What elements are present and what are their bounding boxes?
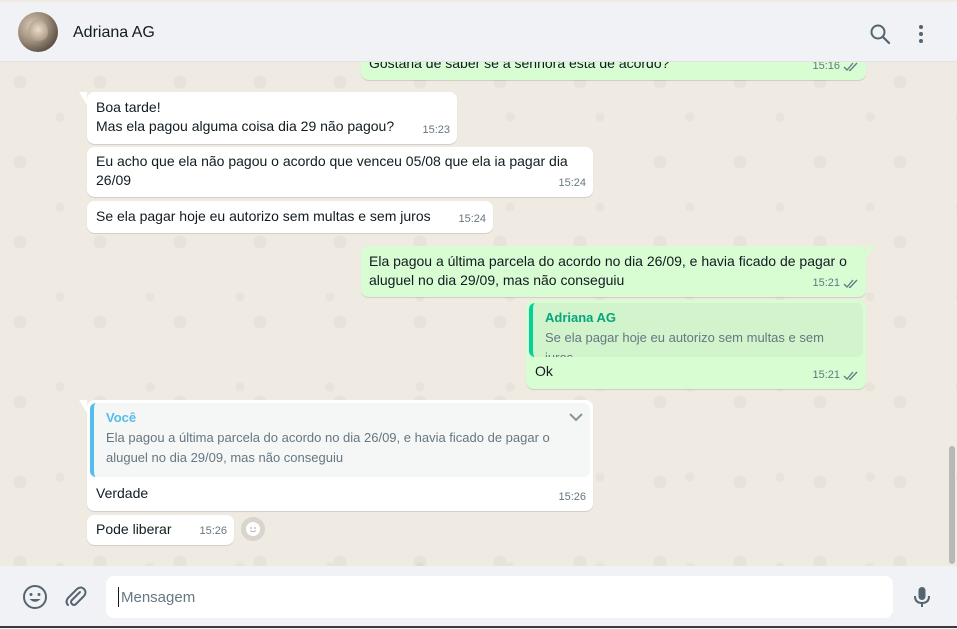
chat-header[interactable]: Adriana AG bbox=[0, 2, 957, 62]
message-meta: 15:16 bbox=[812, 62, 859, 76]
message-time: 15:26 bbox=[558, 491, 586, 503]
message-text: Eu acho que ela não pagou o acordo que v… bbox=[96, 153, 568, 188]
message-input-placeholder: Mensagem bbox=[121, 588, 196, 606]
kebab-menu-icon[interactable] bbox=[909, 22, 933, 46]
message-outgoing-reply[interactable]: Adriana AG Se ela pagar hoje eu autorizo… bbox=[526, 300, 866, 389]
message-meta: 15:26 bbox=[199, 522, 227, 541]
quote-author: Adriana AG bbox=[545, 310, 617, 325]
message-time: 15:24 bbox=[458, 213, 486, 225]
read-ticks-icon bbox=[843, 279, 858, 289]
paperclip-icon[interactable] bbox=[63, 584, 89, 610]
read-ticks-icon bbox=[843, 371, 858, 381]
quote-text: Ela pagou a última parcela do acordo no … bbox=[106, 430, 550, 465]
quoted-message[interactable]: Adriana AG Se ela pagar hoje eu autorizo… bbox=[529, 303, 863, 357]
message-input[interactable]: Mensagem bbox=[106, 576, 893, 618]
contact-name[interactable]: Adriana AG bbox=[73, 24, 155, 42]
message-text: Se ela pagar hoje eu autorizo sem multas… bbox=[96, 208, 431, 224]
message-text: Verdade bbox=[96, 485, 149, 501]
message-time: 15:24 bbox=[558, 177, 586, 189]
message-incoming[interactable]: Eu acho que ela não pagou o acordo que v… bbox=[87, 147, 593, 197]
composer-bar: Mensagem bbox=[0, 566, 957, 629]
message-text: Boa tarde! Mas ela pagou alguma coisa di… bbox=[96, 99, 395, 134]
quoted-message[interactable]: Você Ela pagou a última parcela do acord… bbox=[90, 403, 590, 477]
message-time: 15:21 bbox=[812, 369, 840, 381]
message-incoming-reply[interactable]: Você Ela pagou a última parcela do acord… bbox=[79, 400, 593, 511]
reaction-emoji-button[interactable] bbox=[241, 517, 265, 541]
message-text: Gostaria de saber se a senhora está de a… bbox=[369, 62, 670, 71]
message-meta: 15:24 bbox=[458, 210, 486, 229]
message-time: 15:16 bbox=[812, 62, 840, 72]
message-incoming[interactable]: Pode liberar 15:26 bbox=[87, 515, 234, 545]
message-outgoing[interactable]: Ela pagou a última parcela do acordo no … bbox=[361, 246, 874, 297]
contact-avatar[interactable] bbox=[18, 12, 58, 52]
emoji-icon[interactable] bbox=[22, 584, 48, 610]
message-meta: 15:21 bbox=[812, 366, 859, 385]
message-meta: 15:24 bbox=[558, 174, 586, 193]
message-list[interactable]: Gostaria de saber se a senhora está de a… bbox=[0, 62, 957, 566]
message-incoming[interactable]: Boa tarde! Mas ela pagou alguma coisa di… bbox=[79, 92, 457, 144]
message-incoming[interactable]: Se ela pagar hoje eu autorizo sem multas… bbox=[87, 201, 493, 233]
message-meta: 15:21 bbox=[812, 274, 859, 293]
message-text: Ela pagou a última parcela do acordo no … bbox=[369, 253, 847, 288]
smiley-icon bbox=[246, 522, 260, 536]
scrollbar-thumb[interactable] bbox=[949, 446, 955, 564]
chevron-down-icon[interactable] bbox=[568, 411, 584, 423]
search-icon[interactable] bbox=[868, 22, 892, 46]
message-time: 15:26 bbox=[199, 525, 227, 537]
message-meta: 15:26 bbox=[558, 488, 586, 507]
message-meta: 15:23 bbox=[422, 121, 450, 140]
message-time: 15:23 bbox=[422, 124, 450, 136]
quote-text: Se ela pagar hoje eu autorizo sem multas… bbox=[545, 330, 824, 357]
quote-author: Você bbox=[106, 410, 137, 425]
window-bottom-border bbox=[0, 626, 957, 628]
message-time: 15:21 bbox=[812, 277, 840, 289]
message-outgoing[interactable]: Gostaria de saber se a senhora está de a… bbox=[361, 62, 866, 80]
microphone-icon[interactable] bbox=[909, 584, 935, 610]
text-caret bbox=[118, 587, 119, 607]
read-ticks-icon bbox=[843, 62, 858, 72]
